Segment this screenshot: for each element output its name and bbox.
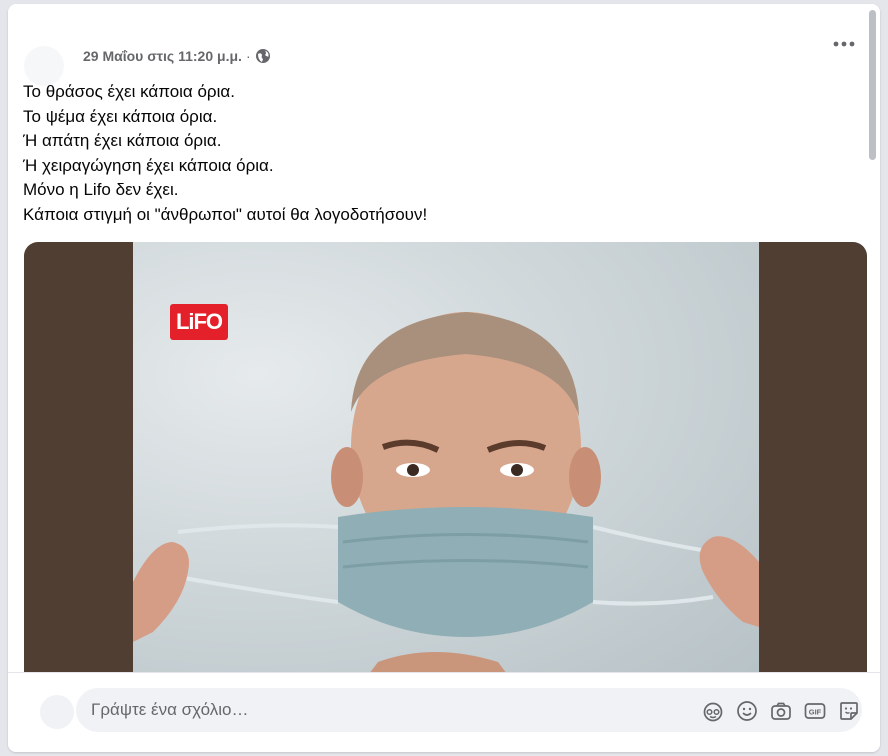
post-body: Το θράσος έχει κάποια όρια. Το ψέμα έχει… xyxy=(23,80,843,227)
post-line: Μόνο η Lifo δεν έχει. xyxy=(23,180,179,199)
gif-icon[interactable]: GIF xyxy=(804,700,826,722)
post-line: Κάποια στιγμή οι "άνθρωποι" αυτοί θα λογ… xyxy=(23,204,428,224)
post-image[interactable]: LiFO xyxy=(24,242,867,682)
post-timestamp[interactable]: 29 Μαΐου στις 11:20 μ.μ. xyxy=(83,48,242,64)
emoji-icon[interactable] xyxy=(736,700,758,722)
post-meta: 29 Μαΐου στις 11:20 μ.μ. · xyxy=(83,48,271,64)
post-line: Το ψέμα έχει κάποια όρια. xyxy=(23,106,218,126)
commenter-avatar xyxy=(40,695,74,729)
avatar-sticker-icon[interactable] xyxy=(702,700,724,722)
svg-text:GIF: GIF xyxy=(809,708,822,717)
camera-icon[interactable] xyxy=(770,700,792,722)
more-options-button[interactable] xyxy=(832,32,856,56)
scrollbar-thumb[interactable] xyxy=(869,10,876,160)
post-line: Ή χειραγώγηση έχει κάποια όρια. xyxy=(23,155,274,175)
comment-bar: Γράψτε ένα σχόλιο… GIF xyxy=(8,672,880,752)
photo: LiFO xyxy=(133,242,759,682)
sticker-icon[interactable] xyxy=(838,700,860,722)
more-horizontal-icon xyxy=(833,41,855,47)
meta-separator: · xyxy=(245,48,251,64)
post-line: Ή απάτη έχει κάποια όρια. xyxy=(23,131,222,150)
person-with-mask-illustration xyxy=(133,312,759,682)
post-card: 29 Μαΐου στις 11:20 μ.μ. · Το θράσος έχε… xyxy=(8,4,880,752)
globe-icon xyxy=(255,48,271,64)
post-line: Το θράσος έχει κάποια όρια. xyxy=(23,82,235,101)
comment-icon-row: GIF xyxy=(702,700,860,722)
